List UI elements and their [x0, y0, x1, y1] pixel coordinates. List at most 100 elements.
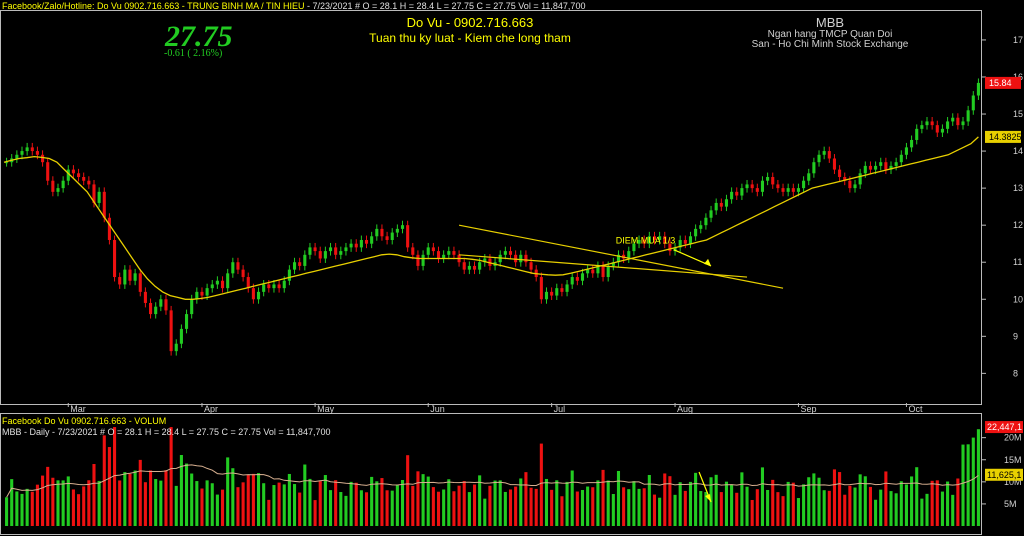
candle-body	[190, 299, 194, 315]
volume-bar	[436, 491, 441, 526]
candle-body	[364, 239, 369, 244]
grid	[0, 10, 982, 535]
volume-bar	[514, 486, 518, 526]
candle-body	[508, 251, 513, 255]
candle-body	[82, 177, 86, 181]
volume-bar	[853, 487, 857, 526]
volume-bar	[730, 484, 734, 526]
candle-body	[370, 236, 374, 244]
candle-body	[478, 262, 482, 270]
volume-bar	[735, 492, 739, 526]
candle-body	[745, 184, 749, 189]
annotation-arrowhead	[704, 258, 712, 266]
volume-bar	[359, 490, 363, 526]
candle-body	[735, 191, 739, 196]
volume-bar	[92, 464, 96, 526]
candle-body	[560, 288, 564, 292]
volume-bar	[802, 484, 806, 526]
volume-bar	[760, 467, 765, 526]
volume-tick-label: 20M	[1004, 433, 1022, 443]
candle-body	[951, 117, 955, 122]
candle-body	[349, 243, 353, 248]
candle-body	[436, 251, 441, 259]
volume-bar	[411, 485, 415, 526]
volume-bar	[776, 492, 780, 526]
candle-body	[807, 173, 811, 181]
volume-bar	[328, 490, 333, 526]
price-tick-label: 13	[1013, 183, 1023, 193]
candle-body	[411, 247, 415, 255]
volume-bar	[442, 489, 446, 526]
volume-bar	[272, 485, 276, 526]
volume-bar	[930, 480, 934, 526]
volume-bar	[560, 496, 564, 526]
candle-body	[920, 125, 924, 129]
candle-body	[41, 154, 45, 163]
candle-body	[544, 291, 549, 300]
candle-body	[879, 162, 883, 166]
candle-body	[421, 254, 425, 266]
volume-bar	[128, 473, 132, 526]
candle-body	[236, 262, 240, 270]
candle-body	[87, 180, 91, 185]
volume-bar	[231, 468, 235, 526]
volume-bar	[46, 466, 50, 526]
volume-bar	[565, 481, 569, 526]
volume-bar	[673, 494, 677, 526]
moving-average-line	[3, 136, 979, 300]
header-prefix: Facebook/Zalo/Hotline: Do Vu 0902.716.66…	[2, 1, 305, 11]
volume-bar	[287, 473, 291, 526]
candle-body	[390, 232, 394, 240]
price-tick-label: 17	[1013, 35, 1023, 45]
volume-bar	[452, 491, 456, 526]
volume-bar	[87, 480, 91, 526]
ticker-symbol: MBB	[815, 15, 845, 30]
volume-ma-line	[6, 464, 979, 498]
volume-bar	[236, 487, 240, 526]
volume-bar	[827, 490, 831, 526]
candle-body	[976, 82, 980, 96]
volume-bar	[611, 494, 615, 526]
candle-body	[118, 277, 122, 285]
volume-bar	[241, 482, 245, 526]
candle-body	[755, 188, 759, 192]
candle-body	[781, 188, 785, 192]
candle-body	[730, 191, 734, 200]
candle-body	[298, 262, 302, 266]
volume-bar	[791, 482, 795, 526]
volume-bar	[874, 499, 878, 526]
volume-bar	[395, 485, 399, 526]
price-tick-label: 12	[1013, 220, 1023, 230]
volume-bar	[519, 478, 523, 526]
volume-bar	[956, 478, 960, 526]
volume-bar	[205, 480, 209, 526]
volume-bar	[889, 491, 893, 526]
volume-bar	[354, 482, 358, 526]
price-badge-label: 15.84	[989, 78, 1012, 88]
candle-body	[874, 165, 878, 170]
price-tick-label: 11	[1013, 257, 1022, 267]
volume-bar	[699, 491, 703, 526]
volume-badge-label: 11,625,1	[987, 470, 1021, 480]
candle-body	[328, 247, 333, 252]
volume-bar	[30, 491, 34, 526]
volume-bar	[858, 474, 862, 526]
candle-body	[267, 284, 271, 289]
volume-bar	[97, 480, 101, 526]
volume-bar	[678, 482, 682, 526]
candle-body	[272, 284, 276, 289]
volume-bar	[483, 498, 487, 526]
volume-bar	[781, 496, 785, 526]
volume-bar	[215, 494, 219, 526]
volume-bar	[663, 473, 667, 526]
price-tick-label: 9	[1013, 331, 1018, 341]
volume-bar	[555, 480, 559, 526]
volume-bar	[493, 480, 497, 526]
candle-body	[380, 228, 384, 237]
volume-bar	[118, 480, 122, 526]
volume-bar	[133, 470, 137, 526]
candle-body	[915, 128, 919, 140]
volume-bar	[868, 486, 872, 526]
volume-bar	[503, 491, 507, 526]
candle-body	[719, 202, 723, 207]
